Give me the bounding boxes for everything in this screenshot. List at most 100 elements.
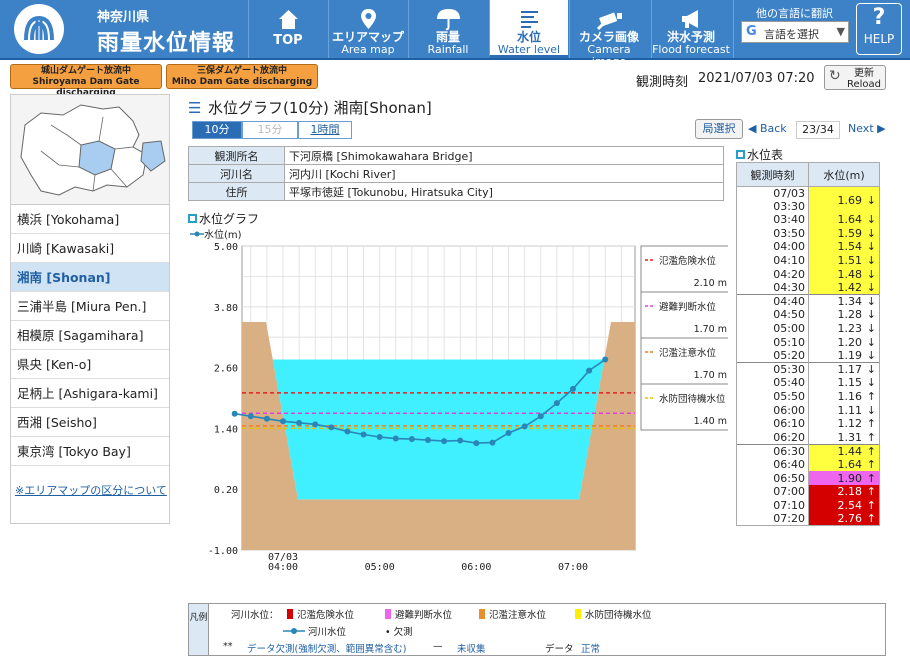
threshold-value: 1.70 m [694,324,727,335]
nav-top[interactable]: TOP [248,0,327,58]
row-time: 06:40 [736,457,809,472]
row-time: 07:00 [736,484,809,499]
logo[interactable] [14,4,64,54]
row-level-value: 1.64 [837,457,863,471]
row-trend-icon: ↑ [866,512,876,526]
help-icon: ? [872,5,886,30]
row-time: 07:20 [736,512,809,527]
dam-notice-en: Miho Dam Gate discharging [171,77,313,87]
table-row: 06:40 1.64 ↑ [736,457,880,472]
row-level-value: 1.64 [837,213,863,227]
y-tick-label: -1.00 [208,546,238,557]
row-time: 06:30 [736,443,809,458]
row-trend-icon: ↓ [866,226,876,240]
sidebar-item[interactable]: 足柄上 [Ashigara-kami] [11,379,169,408]
page-indicator: 23/34 [796,121,840,139]
dam-notice-shiroyama[interactable]: 城山ダムゲート放流中 Shiroyama Dam Gate dischargin… [10,64,162,98]
table-row: 04:20 1.48 ↓ [736,267,880,281]
row-level: 1.15 ↓ [808,376,880,390]
table-row: 07:10 2.54 ↑ [736,498,880,513]
nav-water-level[interactable]: 水位 Water level [489,0,568,58]
info-row: 観測所名 下河原橋 [Shimokawahara Bridge] [188,146,724,165]
station-select-button[interactable]: 局選択 [695,119,743,139]
sidebar-item[interactable]: 三浦半島 [Miura Pen.] [11,292,169,321]
table-row: 05:10 1.20 ↓ [736,335,880,349]
row-time: 03:50 [736,226,809,241]
tab-1hour[interactable]: 1時間 [298,121,352,139]
data-point [537,413,544,420]
row-trend-icon: ↓ [866,376,876,390]
row-trend-icon: ↓ [866,213,876,227]
y-tick-label: 3.80 [214,303,238,314]
sidebar: 横浜 [Yokohama] 川崎 [Kawasaki] 湘南 [Shonan] 三浦半… [10,94,170,524]
translate-label: 他の言語に翻訳 [756,7,833,20]
row-time: 05:10 [736,335,809,349]
nav-flood-forecast[interactable]: 洪水予測 Flood forecast [651,0,730,58]
sidebar-item[interactable]: 川崎 [Kawasaki] [11,234,169,263]
header-bar: 神奈川県 雨量水位情報 TOP エリアマップ Area map 雨量 Rainf… [0,0,910,68]
row-time: 05:50 [736,389,809,404]
table-row: 04:10 1.51 ↓ [736,253,880,268]
data-point [553,400,560,407]
help-button[interactable]: ? HELP [856,3,902,55]
table-row: 03:40 1.64 ↓ [736,213,880,227]
row-trend-icon: ↓ [866,281,876,295]
row-level-value: 1.15 [837,376,863,390]
threshold-name: 避難判断水位 [659,301,717,313]
translate-box: 他の言語に翻訳 G 言語を選択 ▼ [733,0,855,58]
table-row: 04:40 1.34 ↓ [736,294,880,309]
page-title: ☰ 水位グラフ(10分) 湘南[Shonan] [188,99,432,117]
row-level-value: 1.59 [837,226,863,240]
sidebar-item[interactable]: 湘南 [Shonan] [11,263,169,292]
sidebar-item[interactable]: 東京湾 [Tokyo Bay] [11,437,169,466]
dam-notice-jp: 三保ダムゲート放流中 [196,66,287,76]
x-tick-label: 05:00 [365,562,395,573]
table-row: 06:00 1.11 ↓ [736,403,880,417]
app-title: 雨量水位情報 [97,31,236,56]
nav-rainfall[interactable]: 雨量 Rainfall [408,0,487,58]
data-point [586,367,593,374]
row-level-value: 2.54 [837,498,863,512]
back-link[interactable]: ◀ Back [748,122,787,135]
row-trend-icon: ↓ [866,322,876,336]
nav-area-map[interactable]: エリアマップ Area map [328,0,407,58]
dam-notice-miho[interactable]: 三保ダムゲート放流中 Miho Dam Gate discharging [166,64,318,89]
data-point [360,431,367,438]
sidebar-item[interactable]: 相模原 [Sagamihara] [11,321,169,350]
col-header-time: 観測時刻 [736,162,809,187]
google-icon: G [746,24,757,39]
data-point [425,437,431,444]
reload-button[interactable]: ↻ 更新 Reload [824,65,886,90]
row-level: 1.34 ↓ [808,294,880,309]
row-time: 07:10 [736,498,809,513]
tab-15min: 15分 [242,121,298,139]
reload-label-jp: 更新 [854,68,875,79]
row-level: 1.17 ↓ [808,362,880,377]
observation-time: 2021/07/03 07:20 [698,71,815,86]
prefecture-name: 神奈川県 [97,10,150,25]
table-row: 04:00 1.54 ↓ [736,240,880,254]
tab-10min[interactable]: 10分 [192,121,242,139]
threshold-value: 2.10 m [694,278,727,289]
water-level-icon [521,11,538,28]
nav-camera-image[interactable]: カメラ画像 Camera image [569,0,648,68]
next-link[interactable]: Next ▶ [848,122,886,135]
area-map-note-link[interactable]: ※エリアマップの区分について [15,482,167,498]
language-select[interactable]: G 言語を選択 ▼ [741,21,849,43]
row-time: 06:10 [736,416,809,431]
row-level: 2.18 ↑ [808,484,880,499]
row-level: 1.11 ↓ [808,403,880,417]
logo-icon [24,15,54,41]
umbrella-icon [437,9,460,31]
sidebar-item[interactable]: 横浜 [Yokohama] [11,205,169,234]
row-trend-icon: ↓ [866,267,876,281]
sidebar-item[interactable]: 西湘 [Seisho] [11,408,169,437]
row-time: 04:30 [736,280,809,295]
sidebar-item[interactable]: 県央 [Ken-o] [11,350,169,379]
row-level: 1.90 ↑ [808,471,880,485]
table-row: 04:50 1.28 ↓ [736,308,880,322]
col-header-level: 水位(m) [808,162,880,187]
area-map[interactable] [11,95,169,205]
y-tick-label: 2.60 [214,364,238,375]
table-row: 07:00 2.18 ↑ [736,484,880,499]
